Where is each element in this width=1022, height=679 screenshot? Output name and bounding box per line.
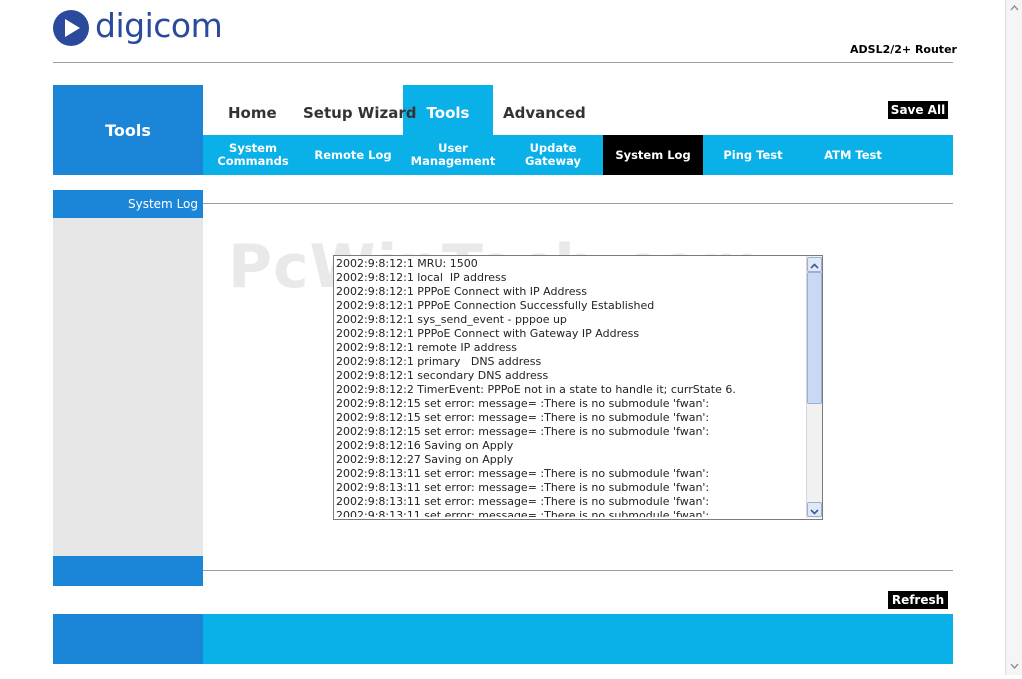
- tab-home[interactable]: Home: [228, 104, 277, 122]
- log-line: 2002:9:8:12:1 MRU: 1500: [336, 257, 478, 270]
- subtab-system-commands[interactable]: System Commands: [203, 135, 303, 175]
- log-line: 2002:9:8:12:1 primary DNS address: [336, 355, 542, 368]
- refresh-button[interactable]: Refresh: [888, 591, 948, 609]
- scroll-up-icon[interactable]: [807, 257, 822, 272]
- header-divider: [53, 62, 953, 63]
- tab-tools[interactable]: Tools: [403, 104, 493, 122]
- log-line: 2002:9:8:13:11 set error: message= :Ther…: [336, 509, 710, 517]
- section-title: Tools: [105, 121, 151, 140]
- log-line: 2002:9:8:12:1 PPPoE Connect with Gateway…: [336, 327, 640, 340]
- log-line: 2002:9:8:13:11 set error: message= :Ther…: [336, 481, 710, 494]
- log-line: 2002:9:8:12:1 sys_send_event - pppoe up: [336, 313, 567, 326]
- content-top-divider: [203, 203, 953, 204]
- window-scrollbar[interactable]: [1005, 0, 1022, 675]
- log-line: 2002:9:8:12:1 local IP address: [336, 271, 507, 284]
- product-name: ADSL2/2+ Router: [850, 43, 957, 56]
- log-line: 2002:9:8:12:15 set error: message= :Ther…: [336, 425, 710, 438]
- log-line: 2002:9:8:12:2 TimerEvent: PPPoE not in a…: [336, 383, 736, 396]
- log-line: 2002:9:8:12:1 PPPoE Connection Successfu…: [336, 299, 655, 312]
- log-line: 2002:9:8:13:11 set error: message= :Ther…: [336, 495, 710, 508]
- subtab-remote-log[interactable]: Remote Log: [303, 135, 403, 175]
- log-line: 2002:9:8:12:1 remote IP address: [336, 341, 517, 354]
- scroll-down-icon[interactable]: [807, 502, 822, 517]
- sidebar-footer: [53, 556, 203, 586]
- footer-left-block: [53, 614, 203, 664]
- subtab-atm-test[interactable]: ATM Test: [803, 135, 903, 175]
- system-log-content: 2002:9:8:12:1 MRU: 1500 2002:9:8:12:1 loc…: [336, 257, 804, 517]
- save-all-button[interactable]: Save All: [888, 101, 948, 119]
- footer-bar: [203, 614, 953, 664]
- tab-advanced[interactable]: Advanced: [503, 104, 586, 122]
- log-line: 2002:9:8:13:11 set error: message= :Ther…: [336, 467, 710, 480]
- sidebar-body: [53, 218, 203, 556]
- log-line: 2002:9:8:12:27 Saving on Apply: [336, 453, 514, 466]
- subtab-system-log[interactable]: System Log: [603, 135, 703, 175]
- subtab-update-gateway[interactable]: Update Gateway: [503, 135, 603, 175]
- brand-logo: digicom: [95, 6, 223, 45]
- log-line: 2002:9:8:12:15 set error: message= :Ther…: [336, 411, 710, 424]
- subtab-user-management[interactable]: User Management: [403, 135, 503, 175]
- log-scroll-thumb[interactable]: [807, 272, 822, 404]
- logo-mark: [53, 10, 89, 46]
- log-line: 2002:9:8:12:16 Saving on Apply: [336, 439, 514, 452]
- log-line: 2002:9:8:12:1 secondary DNS address: [336, 369, 549, 382]
- sidebar-item-system-log[interactable]: System Log: [53, 197, 198, 211]
- subtab-ping-test[interactable]: Ping Test: [703, 135, 803, 175]
- tab-setup-wizard[interactable]: Setup Wizard: [303, 104, 416, 122]
- content-bottom-divider: [203, 570, 953, 571]
- log-line: 2002:9:8:12:15 set error: message= :Ther…: [336, 397, 710, 410]
- log-line: 2002:9:8:12:1 PPPoE Connect with IP Addr…: [336, 285, 587, 298]
